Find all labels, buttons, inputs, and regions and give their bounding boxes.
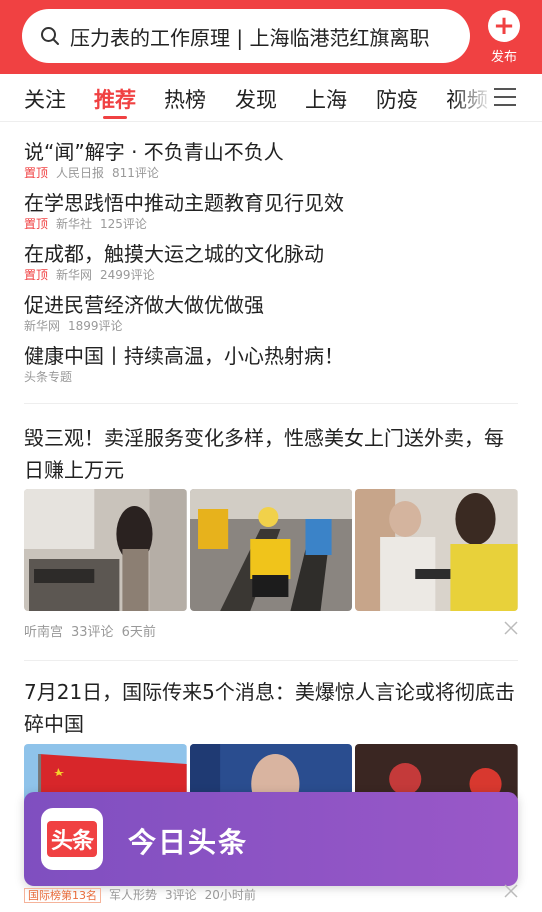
pinned-source: 新华社 <box>56 217 93 231</box>
article-meta: 国际榜第13名 军人形势 3评论 20小时前 <box>24 886 264 903</box>
app-download-banner[interactable]: 头条 今日头条 <box>24 792 518 886</box>
pinned-meta: 置顶 新华网 2499评论 <box>24 267 518 283</box>
search-icon <box>41 27 59 45</box>
pinned-meta: 置顶 人民日报 811评论 <box>24 165 518 181</box>
pinned-comments: 125评论 <box>100 217 147 231</box>
pinned-tag: 置顶 <box>24 217 49 231</box>
tab-discover[interactable]: 发现 <box>235 84 277 114</box>
divider <box>24 403 518 404</box>
pinned-item[interactable]: 健康中国丨持续高温，小心热射病！ 头条专题 <box>24 343 518 385</box>
app-logo-text: 头条 <box>47 821 97 857</box>
pinned-title: 促进民营经济做大做优做强 <box>24 293 264 317</box>
pinned-meta: 头条专题 <box>24 369 518 385</box>
article-image[interactable] <box>189 489 353 611</box>
article-comments: 33评论 <box>71 625 114 640</box>
pinned-meta: 置顶 新华社 125评论 <box>24 216 518 232</box>
dismiss-icon[interactable] <box>504 884 518 898</box>
pinned-source: 头条专题 <box>24 370 73 384</box>
app-logo: 头条 <box>41 808 103 870</box>
article-source: 军人形势 <box>109 888 158 902</box>
rank-badge: 国际榜第13名 <box>24 888 101 903</box>
plus-icon: + <box>488 10 520 42</box>
dismiss-icon[interactable] <box>504 621 518 635</box>
article-title[interactable]: 毁三观！卖淫服务变化多样，性感美女上门送外卖，每日赚上万元 <box>24 422 518 486</box>
menu-icon[interactable] <box>494 88 516 108</box>
pinned-tag: 置顶 <box>24 166 49 180</box>
article-time: 6天前 <box>121 625 156 640</box>
search-query[interactable]: 压力表的工作原理 | 上海临港范红旗离职 <box>70 22 440 51</box>
pinned-source: 人民日报 <box>56 166 105 180</box>
article-title[interactable]: 7月21日，国际传来5个消息：美爆惊人言论或将彻底击碎中国 <box>24 676 518 740</box>
article-images[interactable] <box>24 489 519 611</box>
pinned-title: 在成都，触摸大运之城的文化脉动 <box>24 242 324 266</box>
publish-button[interactable]: + 发布 <box>484 10 524 66</box>
pinned-item[interactable]: 促进民营经济做大做优做强 新华网 1899评论 <box>24 292 518 334</box>
search-bar[interactable]: 压力表的工作原理 | 上海临港范红旗离职 <box>22 9 470 63</box>
active-tab-indicator <box>103 116 127 119</box>
article-comments: 3评论 <box>165 888 197 902</box>
channel-tabs: 关注 推荐 热榜 发现 上海 防疫 视频 <box>0 74 542 122</box>
pinned-meta: 新华网 1899评论 <box>24 318 518 334</box>
tab-epidemic[interactable]: 防疫 <box>376 84 418 114</box>
article-image[interactable] <box>24 489 187 611</box>
pinned-tag: 置顶 <box>24 268 49 282</box>
pinned-title: 健康中国丨持续高温，小心热射病！ <box>24 344 344 368</box>
pinned-title: 说“闻”解字 · 不负青山不负人 <box>24 140 284 164</box>
pinned-comments: 2499评论 <box>100 268 155 282</box>
pinned-item[interactable]: 说“闻”解字 · 不负青山不负人 置顶 人民日报 811评论 <box>24 139 518 181</box>
app-name: 今日头条 <box>128 826 249 859</box>
article-meta: 听南宫 33评论 6天前 <box>24 621 164 640</box>
publish-label: 发布 <box>490 50 517 65</box>
tab-hot[interactable]: 热榜 <box>164 84 206 114</box>
pinned-comments: 811评论 <box>112 166 159 180</box>
pinned-comments: 1899评论 <box>68 319 123 333</box>
divider <box>24 660 518 661</box>
tab-recommend[interactable]: 推荐 <box>94 84 136 114</box>
tab-shanghai[interactable]: 上海 <box>305 84 347 114</box>
pinned-source: 新华网 <box>24 319 61 333</box>
pinned-title: 在学思践悟中推动主题教育见行见效 <box>24 191 344 215</box>
tab-follow[interactable]: 关注 <box>24 84 66 114</box>
top-header: 压力表的工作原理 | 上海临港范红旗离职 + 发布 <box>0 0 542 74</box>
pinned-item[interactable]: 在学思践悟中推动主题教育见行见效 置顶 新华社 125评论 <box>24 190 518 232</box>
pinned-source: 新华网 <box>56 268 93 282</box>
article-image[interactable] <box>355 489 519 611</box>
article-time: 20小时前 <box>204 888 256 902</box>
pinned-item[interactable]: 在成都，触摸大运之城的文化脉动 置顶 新华网 2499评论 <box>24 241 518 283</box>
article-source: 听南宫 <box>24 625 64 640</box>
